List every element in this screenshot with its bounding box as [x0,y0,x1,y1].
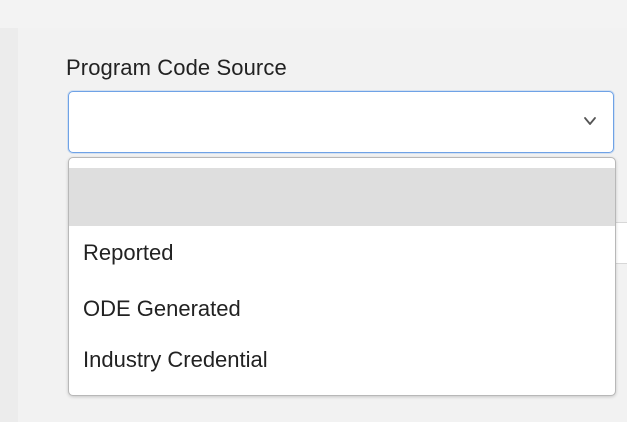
option-label: Industry Credential [83,347,268,372]
program-code-source-select[interactable] [68,91,614,153]
program-code-source-dropdown: Reported ODE Generated Industry Credenti… [68,157,616,396]
top-strip [0,0,627,28]
option-label: Reported [83,240,174,265]
dropdown-option-ode-generated[interactable]: ODE Generated [69,280,615,337]
program-code-source-label: Program Code Source [66,55,287,80]
background-field-edge [616,158,627,192]
background-input-edge [616,222,627,264]
dropdown-option-blank[interactable] [69,168,615,226]
left-strip [0,28,18,422]
dropdown-option-industry-credential[interactable]: Industry Credential [69,331,615,388]
dropdown-option-reported[interactable]: Reported [69,227,615,279]
chevron-down-icon[interactable] [583,114,597,128]
option-label: ODE Generated [83,296,241,321]
